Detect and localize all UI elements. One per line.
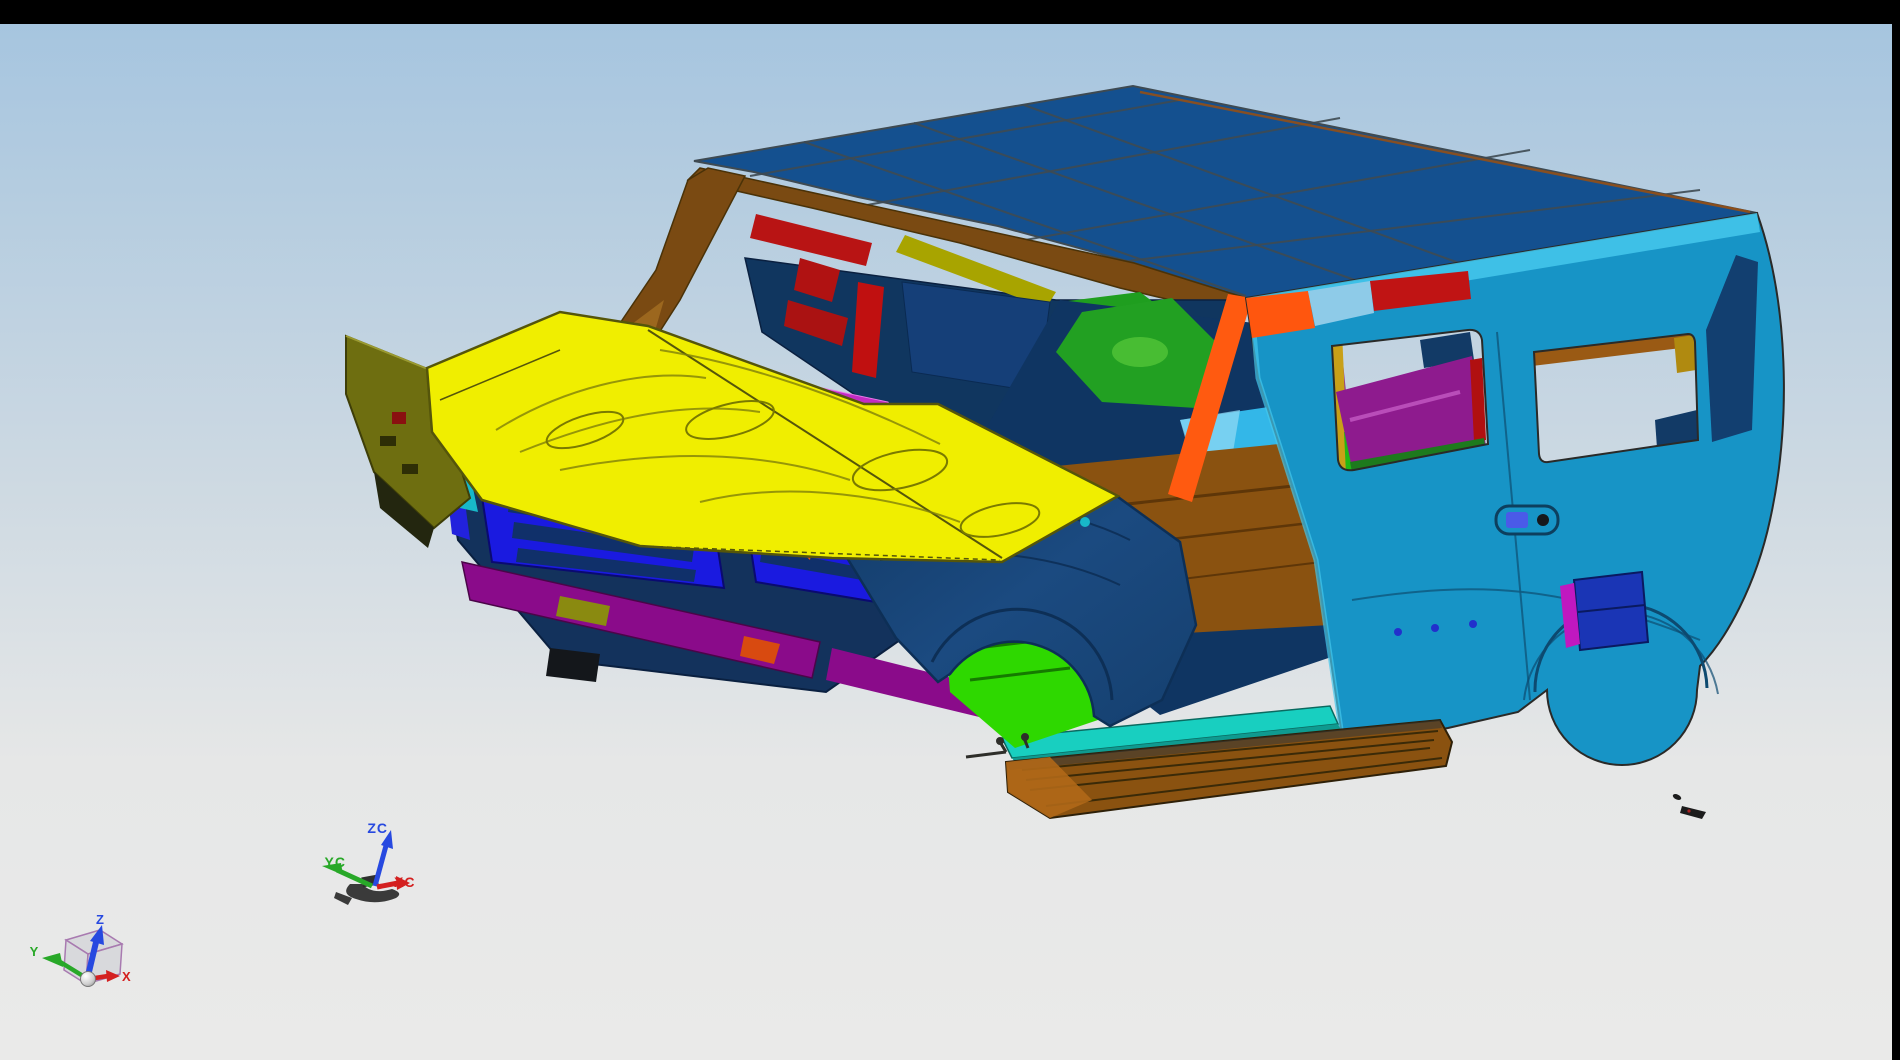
- wcs-label-xc: XC: [394, 874, 415, 890]
- end-cap-slot: [380, 436, 396, 446]
- debris-red-dot: [1687, 809, 1690, 812]
- end-cap-slot: [402, 464, 418, 474]
- right-black-bar: [1892, 0, 1900, 1060]
- plug-dot: [1469, 620, 1477, 628]
- lower-bracket-dark: [546, 648, 600, 682]
- quarter-window-bracket: [1674, 335, 1696, 373]
- view-origin-sphere[interactable]: [81, 972, 96, 987]
- wcs-label-zc: ZC: [367, 820, 388, 836]
- end-cap-red-dot: [392, 412, 406, 424]
- view-label-y: Y: [30, 944, 39, 959]
- view-x-axis[interactable]: [95, 976, 108, 978]
- handle-blue-insert: [1506, 512, 1528, 528]
- top-black-bar: [0, 0, 1900, 24]
- fender-teal-dot: [1080, 517, 1090, 527]
- seat-highlight: [1112, 337, 1168, 367]
- view-label-z: Z: [96, 912, 104, 927]
- plug-dot: [1431, 624, 1439, 632]
- door-handle[interactable]: [1496, 506, 1558, 534]
- handle-keyhole: [1537, 514, 1549, 526]
- wcs-label-yc: YC: [325, 854, 346, 870]
- view-label-x: X: [122, 969, 131, 984]
- plug-dot: [1394, 628, 1402, 636]
- cad-viewport[interactable]: ZC YC XC Z Y X: [0, 0, 1900, 1060]
